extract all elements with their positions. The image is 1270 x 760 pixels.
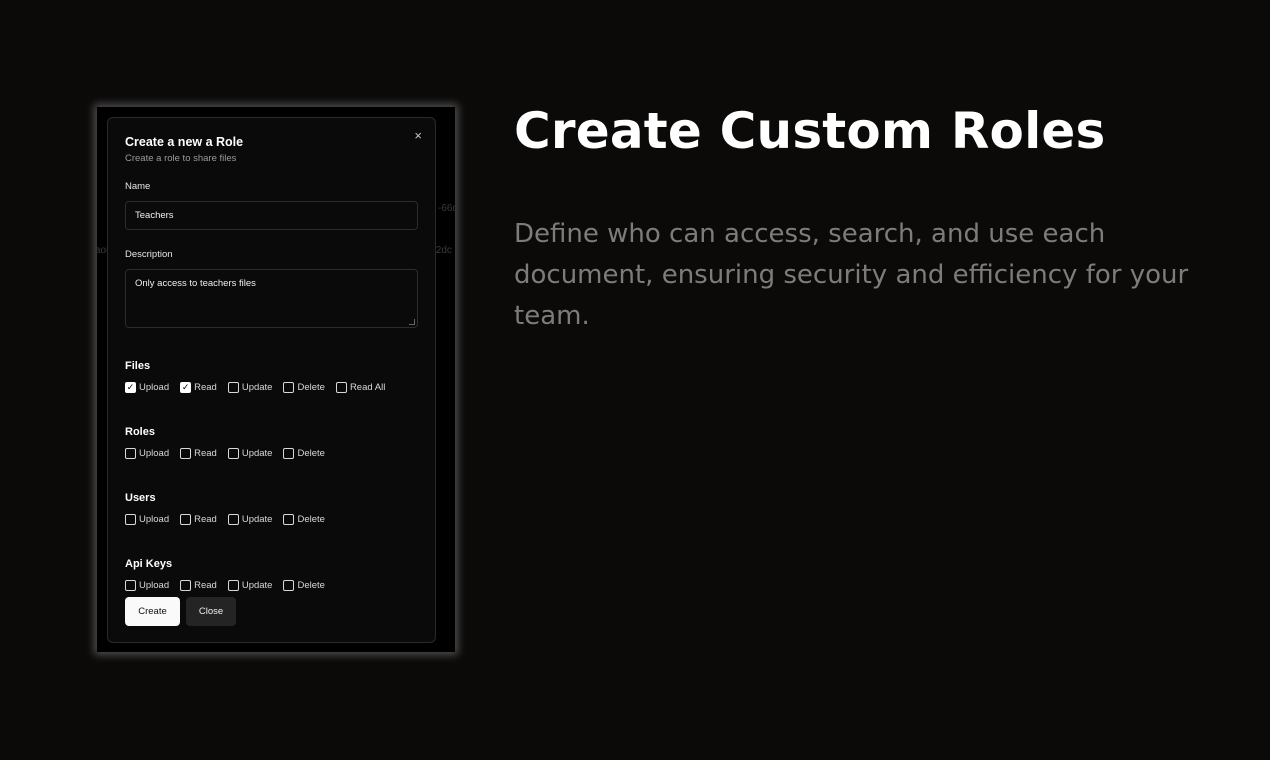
description-text: Only access to teachers files xyxy=(135,278,256,289)
permission-checkbox-update[interactable]: Update xyxy=(227,381,273,393)
permission-checkbox-upload[interactable]: Upload xyxy=(125,381,170,393)
permission-label: Upload xyxy=(139,513,170,525)
permission-label: Read xyxy=(194,579,217,591)
unchecked-checkbox-icon[interactable] xyxy=(283,447,295,459)
permission-group-api-keys: Api Keys Upload Read Update Delete xyxy=(125,558,418,591)
close-button[interactable]: Close xyxy=(186,597,236,626)
permission-label: Delete xyxy=(297,381,325,393)
permission-checkbox-delete[interactable]: Delete xyxy=(283,513,325,525)
permission-options: Upload Read Update Delete xyxy=(125,579,418,591)
permissions-section: Files Upload Read Update Delete Read All Roles… xyxy=(125,360,418,591)
permission-label: Delete xyxy=(297,579,325,591)
resize-handle-icon[interactable] xyxy=(409,319,415,325)
unchecked-checkbox-icon[interactable] xyxy=(180,579,192,591)
unchecked-checkbox-icon[interactable] xyxy=(125,513,136,525)
unchecked-checkbox-icon[interactable] xyxy=(180,447,192,459)
permission-group-title: Api Keys xyxy=(125,558,173,570)
dialog-subtitle: Create a role to share files xyxy=(125,153,237,164)
create-role-dialog: × Create a new a Role Create a role to s… xyxy=(107,117,436,643)
permission-options: Upload Read Update Delete Read All xyxy=(125,381,418,393)
permission-checkbox-read[interactable]: Read xyxy=(180,381,217,393)
unchecked-checkbox-icon[interactable] xyxy=(283,381,295,393)
permission-label: Upload xyxy=(139,447,170,459)
permission-label: Update xyxy=(241,447,273,459)
hero-description: Define who can access, search, and use e… xyxy=(514,219,1189,331)
permission-label: Read All xyxy=(349,381,386,393)
unchecked-checkbox-icon[interactable] xyxy=(227,579,239,591)
description-textarea[interactable]: Only access to teachers files xyxy=(125,269,418,328)
permission-label: Delete xyxy=(297,447,325,459)
permission-group-title: Files xyxy=(125,360,151,372)
permission-label: Update xyxy=(241,381,273,393)
dialog-title: Create a new a Role xyxy=(125,135,244,149)
permission-label: Read xyxy=(194,447,217,459)
permission-checkbox-update[interactable]: Update xyxy=(227,447,273,459)
background-text-fragment: -66d xyxy=(438,203,455,214)
permission-checkbox-update[interactable]: Update xyxy=(227,513,273,525)
permission-checkbox-delete[interactable]: Delete xyxy=(283,579,325,591)
permission-group-files: Files Upload Read Update Delete Read All xyxy=(125,360,418,393)
unchecked-checkbox-icon[interactable] xyxy=(125,447,136,459)
permission-label: Update xyxy=(241,513,273,525)
permission-label: Upload xyxy=(139,381,170,393)
screenshot-frame: -66d aoi f2dc × Create a new a Role Crea… xyxy=(97,107,455,652)
unchecked-checkbox-icon[interactable] xyxy=(283,513,295,525)
permission-checkbox-delete[interactable]: Delete xyxy=(283,447,325,459)
permission-group-title: Roles xyxy=(125,426,155,438)
permission-label: Read xyxy=(194,381,217,393)
name-input[interactable]: Teachers xyxy=(125,201,418,230)
permission-checkbox-upload[interactable]: Upload xyxy=(125,447,170,459)
permission-checkbox-delete[interactable]: Delete xyxy=(283,381,325,393)
create-button[interactable]: Create xyxy=(125,597,180,626)
permission-options: Upload Read Update Delete xyxy=(125,513,418,525)
unchecked-checkbox-icon[interactable] xyxy=(335,381,347,393)
hero-title: Create Custom Roles xyxy=(514,102,1106,160)
unchecked-checkbox-icon[interactable] xyxy=(283,579,295,591)
permission-checkbox-upload[interactable]: Upload xyxy=(125,513,170,525)
dialog-actions: Create Close xyxy=(125,597,236,626)
checked-checkbox-icon[interactable] xyxy=(180,381,192,393)
unchecked-checkbox-icon[interactable] xyxy=(227,381,239,393)
permission-label: Read xyxy=(194,513,217,525)
permission-label: Update xyxy=(241,579,273,591)
permission-group-title: Users xyxy=(125,492,156,504)
permission-label: Delete xyxy=(297,513,325,525)
unchecked-checkbox-icon[interactable] xyxy=(125,579,136,591)
permission-label: Upload xyxy=(139,579,170,591)
unchecked-checkbox-icon[interactable] xyxy=(227,513,239,525)
permission-checkbox-upload[interactable]: Upload xyxy=(125,579,170,591)
permission-checkbox-read-all[interactable]: Read All xyxy=(335,381,386,393)
permission-checkbox-read[interactable]: Read xyxy=(180,447,217,459)
unchecked-checkbox-icon[interactable] xyxy=(180,513,192,525)
permission-checkbox-update[interactable]: Update xyxy=(227,579,273,591)
name-label: Name xyxy=(125,181,151,192)
close-icon[interactable]: × xyxy=(414,128,422,143)
permission-group-users: Users Upload Read Update Delete xyxy=(125,492,418,525)
description-label: Description xyxy=(125,249,173,260)
permission-checkbox-read[interactable]: Read xyxy=(180,513,217,525)
permission-checkbox-read[interactable]: Read xyxy=(180,579,217,591)
checked-checkbox-icon[interactable] xyxy=(125,381,136,393)
unchecked-checkbox-icon[interactable] xyxy=(227,447,239,459)
permission-options: Upload Read Update Delete xyxy=(125,447,418,459)
permission-group-roles: Roles Upload Read Update Delete xyxy=(125,426,418,459)
